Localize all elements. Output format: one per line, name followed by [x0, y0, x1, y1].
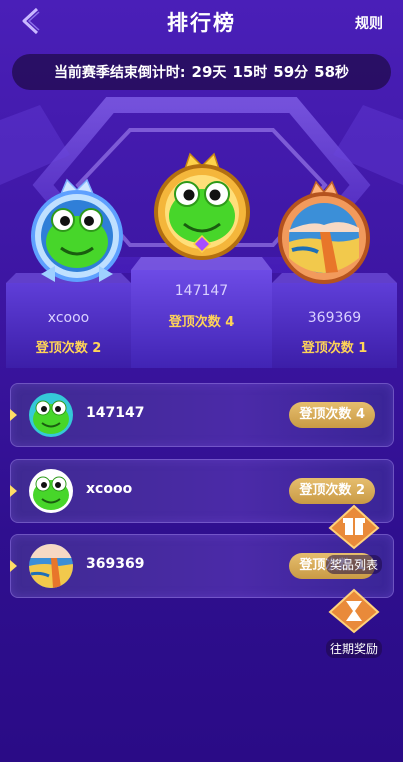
rank-marker-icon [10, 560, 17, 572]
first-place-name: 147147 [174, 283, 229, 299]
third-place-count: 登顶次数 1 [301, 341, 368, 356]
rank-marker-icon [10, 409, 17, 421]
list-item-name: xcooo [86, 481, 133, 497]
first-place-avatar[interactable] [148, 152, 256, 264]
rank-marker-icon [10, 485, 17, 497]
second-place-avatar[interactable] [25, 178, 129, 286]
third-place-name: 369369 [307, 310, 362, 326]
gift-icon [328, 504, 380, 550]
past-rewards-label: 往期奖励 [325, 639, 382, 658]
countdown-minutes: 59 [273, 63, 295, 81]
countdown-label: 当前赛季结束倒计时: [53, 65, 186, 81]
countdown-hours-unit: 时 [253, 65, 268, 81]
page-title: 排行榜 [167, 11, 236, 35]
second-place-name: xcooo [47, 310, 90, 326]
beach-icon [29, 544, 73, 588]
header: 排行榜 规则 [0, 0, 403, 46]
frog-icon [29, 393, 73, 437]
countdown-hours: 15 [232, 63, 254, 81]
season-countdown: 当前赛季结束倒计时: 29天 15时 59分 58秒 [12, 54, 391, 90]
countdown-minutes-unit: 分 [294, 65, 309, 81]
prize-list-label: 奖品列表 [325, 555, 382, 574]
list-item[interactable]: 147147 登顶次数 4 [10, 383, 394, 447]
list-item-count-badge: 登顶次数 4 [289, 402, 375, 428]
list-item-name: 147147 [86, 405, 145, 421]
past-rewards-button[interactable]: 往期奖励 [322, 588, 386, 658]
countdown-seconds-unit: 秒 [335, 65, 350, 81]
frog-icon [29, 469, 73, 513]
list-item-name: 369369 [86, 556, 145, 572]
first-place-count: 登顶次数 4 [168, 315, 235, 330]
countdown-days-unit: 天 [212, 65, 227, 81]
second-place-count: 登顶次数 2 [35, 341, 102, 356]
list-item-count-badge: 登顶次数 2 [289, 478, 375, 504]
countdown-days: 29 [191, 63, 213, 81]
countdown-seconds: 58 [314, 63, 336, 81]
rules-link[interactable]: 规则 [355, 13, 383, 33]
third-place-avatar[interactable] [272, 180, 376, 286]
prize-list-button[interactable]: 奖品列表 [322, 504, 386, 574]
hourglass-icon [328, 588, 380, 634]
